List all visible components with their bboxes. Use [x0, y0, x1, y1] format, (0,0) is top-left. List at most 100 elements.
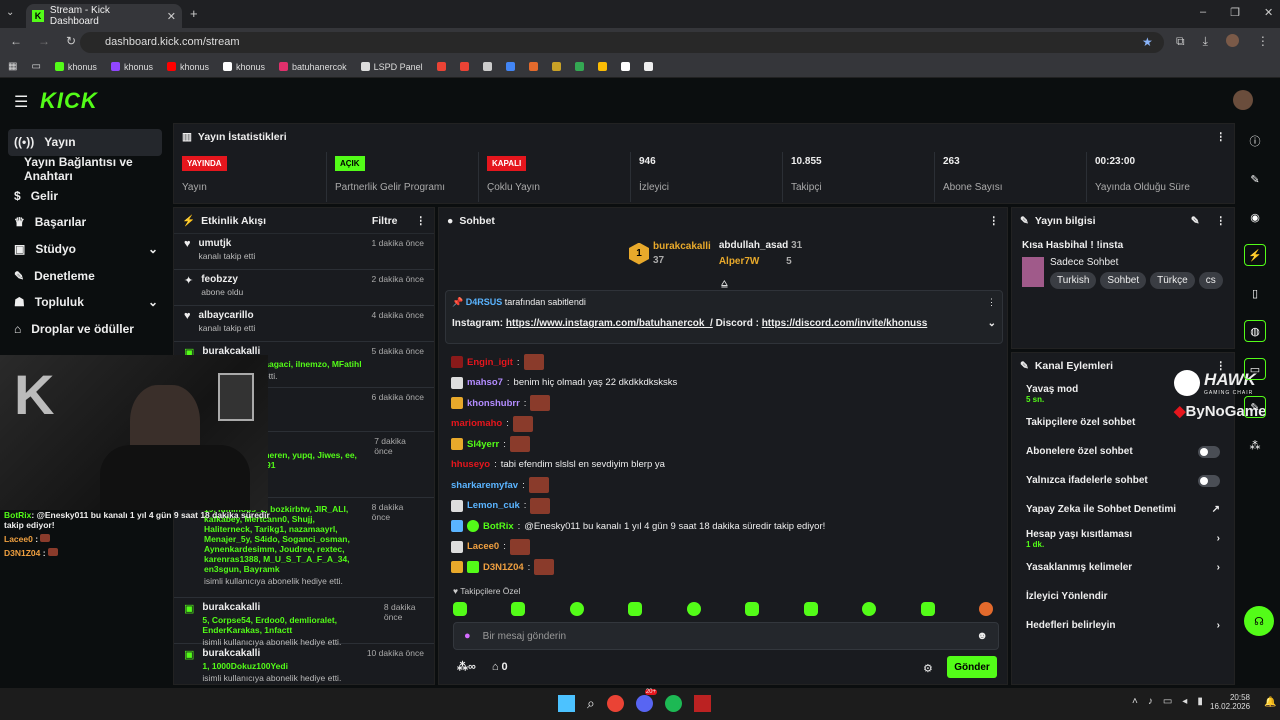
subs-only-toggle[interactable]	[1198, 445, 1220, 458]
forward-icon[interactable]: →	[38, 34, 50, 48]
filter-button[interactable]: Filtre	[372, 215, 398, 227]
menu-icon[interactable]: ☰	[14, 92, 28, 112]
folder-icon[interactable]: ▭	[31, 61, 40, 72]
user-icon[interactable]: ▯	[1244, 282, 1266, 304]
nav-basarilar[interactable]: ♛ Başarılar	[0, 209, 170, 236]
bookmark-icon[interactable]	[643, 62, 653, 71]
app-icon[interactable]	[693, 695, 711, 712]
nav-gelir[interactable]: $ Gelir	[0, 182, 170, 209]
action-emote-only[interactable]: Yalnızca ifadelerle sohbet	[1012, 466, 1234, 495]
nav-stream-key[interactable]: Yayın Bağlantısı ve Anahtarı	[0, 155, 170, 183]
emote-icon[interactable]	[511, 602, 526, 616]
bookmark-icon[interactable]	[459, 62, 469, 71]
tag[interactable]: Turkish	[1050, 272, 1097, 289]
bolt-icon[interactable]: ⚡	[1244, 244, 1266, 266]
tag[interactable]: cs	[1198, 272, 1223, 289]
bookmark-item[interactable]: batuhanercok	[279, 62, 347, 72]
bookmark-item[interactable]: khonus	[166, 62, 209, 72]
tag[interactable]: Türkçe	[1150, 272, 1195, 289]
bookmark-star-icon[interactable]: ★	[1142, 35, 1153, 49]
edit-icon[interactable]: ✎	[1191, 215, 1200, 227]
emote-icon[interactable]	[745, 602, 760, 616]
pin-rail-icon[interactable]: ▭	[1244, 358, 1266, 380]
wrench-rail-icon[interactable]: ✎	[1244, 396, 1266, 418]
network-icon[interactable]: ▭	[1163, 696, 1172, 707]
emote-icon[interactable]	[569, 602, 584, 616]
support-icon[interactable]: ☊	[1244, 606, 1274, 636]
maximize-icon[interactable]: ❐	[1230, 6, 1240, 19]
search-icon[interactable]: ⌕	[587, 695, 595, 712]
users-icon[interactable]: ⁂	[1244, 434, 1266, 456]
bookmark-icon[interactable]	[620, 62, 630, 71]
clock[interactable]: 20:58 16.02.2026	[1210, 693, 1250, 711]
extensions-icon[interactable]: ⧉	[1176, 34, 1185, 49]
bookmark-icon[interactable]	[482, 62, 492, 71]
emote-icon[interactable]	[862, 602, 877, 616]
kick-logo[interactable]: KICK	[40, 88, 98, 114]
action-banned-words[interactable]: Yasaklanmış kelimeler ›	[1012, 553, 1234, 582]
back-icon[interactable]: ←	[10, 34, 22, 48]
action-subs-only[interactable]: Abonelere özel sohbet	[1012, 437, 1234, 466]
spotify-icon[interactable]	[664, 695, 682, 712]
more-icon[interactable]: ⋮	[416, 215, 427, 227]
bookmark-icon[interactable]	[551, 62, 561, 71]
store-icon[interactable]: ⌂ 0	[492, 661, 508, 673]
info-icon[interactable]: ⓘ	[1244, 130, 1266, 152]
user-avatar[interactable]	[1233, 90, 1253, 110]
nav-yayin[interactable]: ((•)) Yayın	[8, 129, 162, 156]
bookmark-icon[interactable]	[436, 62, 446, 71]
browser-menu-icon[interactable]: ⋮	[1257, 34, 1269, 49]
emote-icon[interactable]	[686, 602, 701, 616]
bookmark-item[interactable]: LSPD Panel	[360, 62, 423, 72]
chevron-down-icon[interactable]: ⌄	[988, 318, 996, 329]
emote-only-toggle[interactable]	[1198, 474, 1220, 487]
action-raid[interactable]: İzleyici Yönlendir	[1012, 582, 1234, 611]
notification-icon[interactable]: 🔔	[1264, 697, 1276, 708]
infinity-icon[interactable]: ⁂∞	[457, 660, 476, 673]
tab-list-icon[interactable]: ⌄	[6, 7, 20, 21]
windows-start-icon[interactable]	[558, 695, 575, 712]
window-close-icon[interactable]: ✕	[1264, 6, 1273, 19]
profile-avatar[interactable]	[1225, 34, 1239, 47]
nav-denetleme[interactable]: ✎ Denetleme	[0, 262, 170, 289]
emote-icon[interactable]	[920, 602, 935, 616]
volume-icon[interactable]: ◂	[1182, 696, 1187, 707]
bookmark-icon[interactable]	[528, 62, 538, 71]
emote-icon[interactable]	[978, 602, 993, 616]
nav-droplar[interactable]: ⌂ Droplar ve ödüller	[0, 316, 170, 343]
bookmark-icon[interactable]	[597, 62, 607, 71]
chat-bubble-icon[interactable]: ◍	[1244, 320, 1266, 342]
more-icon[interactable]: ⋮	[1216, 131, 1227, 143]
bookmark-item[interactable]: khonus	[54, 62, 97, 72]
record-icon[interactable]: ◉	[1244, 206, 1266, 228]
new-tab-icon[interactable]: +	[190, 6, 198, 21]
action-goals[interactable]: Hedefleri belirleyin ›	[1012, 611, 1234, 640]
send-button[interactable]: Gönder	[947, 656, 997, 678]
discord-link[interactable]: https://discord.com/invite/khonuss	[762, 318, 928, 329]
discord-icon[interactable]: 20+	[635, 689, 658, 712]
mic-tray-icon[interactable]: ♪	[1148, 696, 1153, 707]
emote-icon[interactable]	[453, 602, 467, 616]
more-icon[interactable]: ⋮	[1216, 215, 1227, 227]
bookmark-item[interactable]: khonus	[110, 62, 153, 72]
nav-topluluk[interactable]: ☗ Topluluk ⌄	[0, 289, 170, 316]
url-field[interactable]: dashboard.kick.com/stream	[80, 32, 1164, 53]
minimize-icon[interactable]: –	[1200, 6, 1206, 19]
emote-icon[interactable]	[628, 602, 643, 616]
browser-tab[interactable]: K Stream - Kick Dashboard ✕	[26, 4, 182, 28]
battery-icon[interactable]: ▮	[1197, 696, 1203, 707]
bookmark-icon[interactable]	[574, 62, 584, 71]
reload-icon[interactable]: ↻	[66, 34, 76, 48]
emoji-icon[interactable]: ☻	[976, 630, 988, 642]
settings-icon[interactable]: ⚙	[923, 662, 933, 675]
chrome-icon[interactable]	[606, 695, 624, 712]
tray-chevron-icon[interactable]: ˄	[1132, 696, 1138, 707]
action-account-age[interactable]: Hesap yaşı kısıtlaması 1 dk. ›	[1012, 524, 1234, 553]
pencil-icon[interactable]: ✎	[1244, 168, 1266, 190]
chat-input[interactable]: ● Bir mesaj gönderin ☻	[453, 622, 999, 650]
bookmark-item[interactable]: khonus	[223, 62, 265, 72]
download-icon[interactable]: ⤓	[1203, 34, 1208, 49]
tab-close-icon[interactable]: ✕	[167, 10, 176, 23]
action-ai-moderation[interactable]: Yapay Zeka ile Sohbet Denetimi ↗	[1012, 495, 1234, 524]
instagram-link[interactable]: https://www.instagram.com/batuhanercok_/	[506, 318, 713, 329]
